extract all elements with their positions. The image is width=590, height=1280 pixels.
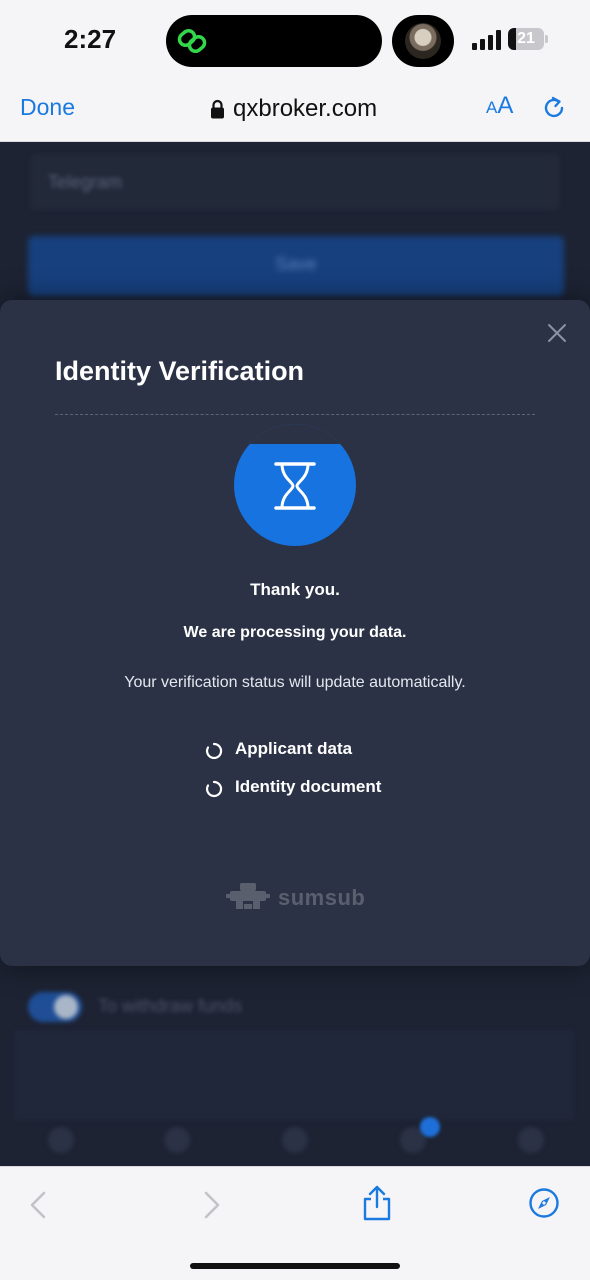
live-activity-island <box>392 15 454 67</box>
identity-verification-modal: Identity Verification Thank you. We are … <box>0 300 590 966</box>
dynamic-island <box>166 15 382 67</box>
chevron-right-icon[interactable] <box>194 1189 226 1221</box>
text-size-button[interactable]: AA <box>486 92 513 120</box>
background-bottom-nav <box>0 1117 590 1166</box>
address-bar[interactable]: qxbroker.com <box>210 94 377 124</box>
hourglass-icon <box>274 462 316 510</box>
battery-icon: 21 <box>508 28 548 50</box>
checklist-item-identity-document: Identity document <box>205 768 381 806</box>
background-toggle-label: To withdraw funds <box>98 996 243 1016</box>
background-button-label: Save <box>275 254 317 274</box>
avatar <box>405 23 441 59</box>
divider <box>55 414 535 415</box>
checklist-label: Applicant data <box>235 739 353 758</box>
background-card <box>14 1030 574 1120</box>
share-icon[interactable] <box>360 1185 394 1221</box>
loading-spinner-icon <box>205 780 223 798</box>
text-size-big-a: A <box>497 92 514 119</box>
lock-icon <box>211 99 224 119</box>
sumsub-logo: sumsub <box>226 882 365 914</box>
loading-spinner-icon <box>205 742 223 760</box>
checklist-label: Identity document <box>235 777 382 796</box>
background-field-placeholder: Telegram <box>48 172 123 192</box>
close-icon[interactable] <box>546 322 568 344</box>
status-bar: 2:27 21 <box>0 0 590 78</box>
browser-bottom-toolbar <box>0 1166 590 1280</box>
text-size-small-a: A <box>486 98 498 117</box>
browser-top-bar: Done qxbroker.com AA <box>0 78 590 142</box>
battery-level: 21 <box>517 30 535 47</box>
modal-title: Identity Verification <box>55 356 305 386</box>
status-illustration <box>234 424 356 546</box>
home-indicator[interactable] <box>190 1263 400 1269</box>
background-toggle <box>28 992 82 1022</box>
verification-checklist: Applicant data Identity document <box>205 730 381 806</box>
sumsub-mark-icon <box>226 883 270 909</box>
status-message: Your verification status will update aut… <box>124 674 466 691</box>
compass-icon[interactable] <box>528 1187 560 1219</box>
reload-icon[interactable] <box>540 94 568 122</box>
done-button[interactable]: Done <box>20 94 75 121</box>
url-text: qxbroker.com <box>233 95 378 122</box>
clock: 2:27 <box>64 24 117 54</box>
background-input-field: Telegram <box>30 154 560 210</box>
processing-text: We are processing your data. <box>183 624 407 641</box>
link-icon <box>177 28 207 54</box>
chevron-left-icon[interactable] <box>24 1189 56 1221</box>
checklist-item-applicant-data: Applicant data <box>205 730 381 768</box>
background-save-button: Save <box>28 236 564 296</box>
thank-you-text: Thank you. <box>250 580 340 599</box>
cellular-signal-icon <box>472 30 501 50</box>
sumsub-wordmark: sumsub <box>278 885 366 910</box>
